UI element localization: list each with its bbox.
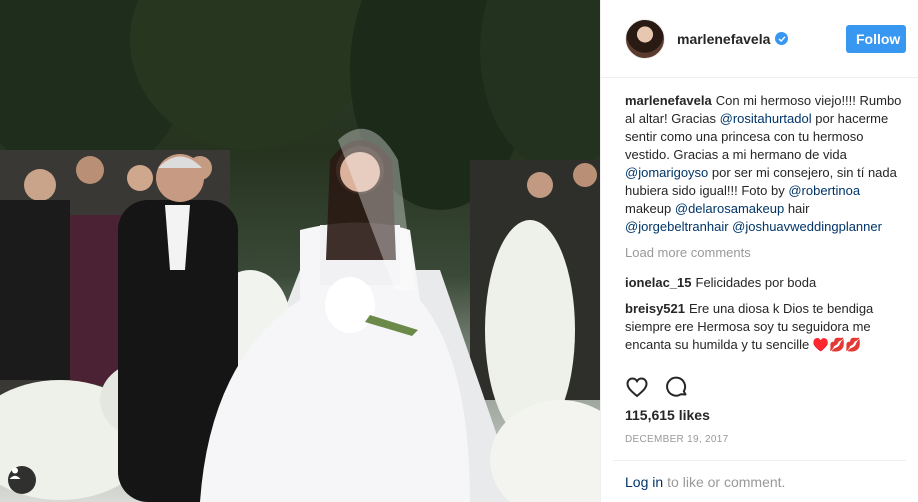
post-photo[interactable] bbox=[0, 0, 600, 502]
login-prompt-text: to like or comment. bbox=[667, 473, 786, 490]
comment-button[interactable] bbox=[665, 375, 689, 399]
post-header: marlenefavela Follow bbox=[601, 0, 918, 78]
heart-icon bbox=[626, 377, 648, 398]
comment-username[interactable]: ionelac_15 bbox=[625, 275, 692, 290]
user-tag-button[interactable] bbox=[8, 466, 36, 494]
verified-badge-icon bbox=[775, 32, 789, 45]
caption-text: Con mi hermoso viejo!!!! Rumbo al altar!… bbox=[625, 93, 901, 234]
post-date[interactable]: DECEMBER 19, 2017 bbox=[625, 434, 728, 445]
caption-username[interactable]: marlenefavela bbox=[625, 93, 712, 108]
comment-username[interactable]: breisy521 bbox=[625, 301, 685, 316]
avatar[interactable] bbox=[625, 18, 665, 59]
mention-link[interactable]: @joshuavweddingplanner bbox=[732, 219, 882, 234]
header-username-label: marlenefavela bbox=[677, 30, 771, 47]
login-prompt: Log in to like or comment. bbox=[613, 460, 906, 502]
mention-link[interactable]: @robertinoa bbox=[788, 183, 860, 198]
header-username[interactable]: marlenefavela bbox=[677, 30, 789, 47]
comment-icon bbox=[666, 376, 687, 397]
wedding-scene-illustration bbox=[0, 0, 600, 502]
list-item: ionelac_15 Felicidades por boda bbox=[625, 274, 904, 292]
login-link[interactable]: Log in bbox=[625, 474, 663, 490]
mention-link[interactable]: @rositahurtadol bbox=[720, 111, 812, 126]
comment-text: Felicidades por boda bbox=[695, 275, 817, 290]
list-item: breisy521 Ere una diosa k Dios te bendiga… bbox=[625, 300, 904, 354]
user-tag-icon bbox=[9, 467, 21, 479]
caption: marlenefavela Con mi hermoso viejo!!!! Ru… bbox=[625, 92, 904, 236]
likes-count[interactable]: 115,615 likes bbox=[625, 407, 710, 423]
caption-text-segment: hair bbox=[784, 201, 810, 216]
mention-link[interactable]: @delarosamakeup bbox=[675, 201, 784, 216]
follow-button[interactable]: Follow bbox=[846, 24, 906, 53]
like-button[interactable] bbox=[625, 375, 649, 399]
caption-text-segment: makeup bbox=[625, 201, 675, 216]
mention-link[interactable]: @jomarigoyso bbox=[625, 165, 708, 180]
mention-link[interactable]: @jorgebeltranhair bbox=[625, 219, 729, 234]
post-sidebar: marlenefavela Follow marlenefavela Con mi… bbox=[600, 0, 918, 502]
comments-list: marlenefavela Con mi hermoso viejo!!!! Ru… bbox=[601, 78, 918, 368]
load-more-comments[interactable]: Load more comments bbox=[625, 244, 904, 262]
action-bar bbox=[625, 370, 906, 404]
